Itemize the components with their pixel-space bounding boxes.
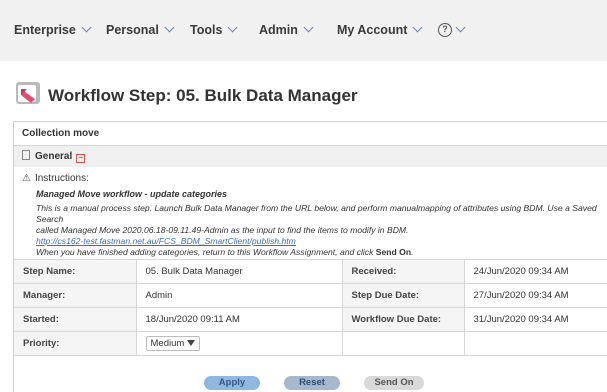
nav-tools-label: Tools: [190, 23, 223, 37]
top-nav: Enterprise Personal Tools Admin My Accou…: [0, 0, 607, 61]
document-icon: [22, 150, 30, 160]
nav-admin[interactable]: Admin: [259, 22, 314, 37]
priority-select[interactable]: Medium: [145, 336, 201, 351]
started-value: 18/Jun/2020 09:11 AM: [136, 307, 343, 332]
table-row: Step Name: 05. Bulk Data Manager Receive…: [14, 259, 607, 284]
page-title: Workflow Step: 05. Bulk Data Manager: [48, 86, 358, 105]
chevron-down-icon: [164, 22, 175, 33]
nav-my-account-label: My Account: [337, 23, 408, 37]
table-row: Priority: Medium: [14, 331, 607, 356]
instructions-line-1: This is a manual process step. Launch Bu…: [36, 203, 597, 224]
empty-cell: [464, 331, 607, 356]
priority-value: Medium: [150, 338, 185, 349]
general-section-header[interactable]: General −: [14, 146, 607, 167]
nav-enterprise[interactable]: Enterprise: [14, 22, 92, 37]
dropdown-arrow-icon: [187, 340, 196, 346]
question-circle-icon: ?: [438, 22, 452, 37]
priority-label: Priority:: [14, 331, 137, 356]
step-due-date-value: 27/Jun/2020 09:34 AM: [464, 283, 607, 308]
instructions-body: Managed Move workflow - update categorie…: [36, 189, 607, 258]
chevron-down-icon: [455, 22, 466, 33]
instructions-label: ⚠ Instructions:: [22, 173, 89, 184]
step-name-value: 05. Bulk Data Manager: [136, 259, 343, 284]
instructions-line-2: called Managed Move 2020.06.18-09.11.49-…: [36, 225, 409, 235]
chevron-down-icon: [227, 22, 238, 33]
manager-label: Manager:: [14, 283, 137, 308]
chevron-down-icon: [81, 22, 92, 33]
reset-button[interactable]: Reset: [284, 376, 340, 390]
send-on-button[interactable]: Send On: [364, 376, 424, 390]
table-row: Started: 18/Jun/2020 09:11 AM Workflow D…: [14, 307, 607, 332]
started-label: Started:: [14, 307, 137, 332]
received-value: 24/Jun/2020 09:34 AM: [464, 259, 607, 284]
help-menu[interactable]: ?: [438, 21, 466, 39]
general-label: General: [35, 151, 73, 162]
step-due-date-label: Step Due Date:: [342, 283, 465, 308]
nav-personal-label: Personal: [106, 23, 159, 37]
instructions-heading: Managed Move workflow - update categorie…: [36, 189, 228, 199]
chevron-down-icon: [412, 22, 423, 33]
warning-icon: ⚠: [22, 173, 31, 184]
instructions-line-4: When you have finished adding categories…: [36, 247, 607, 258]
instructions-line-4-text: When you have finished adding categories…: [36, 247, 376, 257]
collapse-icon[interactable]: −: [76, 154, 86, 163]
panel-header: Collection move: [14, 122, 607, 146]
step-name-label: Step Name:: [14, 259, 137, 284]
empty-cell: [342, 331, 465, 356]
table-row: Manager: Admin Step Due Date: 27/Jun/202…: [14, 283, 607, 308]
workflow-step-icon: [16, 82, 40, 104]
received-label: Received:: [342, 259, 465, 284]
instructions-line-4-suffix: .: [411, 247, 414, 257]
workflow-panel: Collection move General − ⚠ Instructions: …: [13, 121, 607, 392]
bdm-url-link[interactable]: http://cs162-test.fastman.net.au/FCS_BDM…: [36, 236, 296, 246]
nav-admin-label: Admin: [259, 23, 298, 37]
manager-value: Admin: [136, 283, 343, 308]
nav-enterprise-label: Enterprise: [14, 23, 76, 37]
workflow-due-date-value: 31/Jun/2020 09:34 AM: [464, 307, 607, 332]
send-on-reference: Send On: [375, 247, 412, 257]
apply-button[interactable]: Apply: [204, 376, 260, 390]
step-details-table: Step Name: 05. Bulk Data Manager Receive…: [14, 259, 607, 356]
nav-personal[interactable]: Personal: [106, 22, 175, 37]
nav-tools[interactable]: Tools: [190, 22, 238, 37]
priority-cell: Medium: [136, 331, 343, 356]
workflow-due-date-label: Workflow Due Date:: [342, 307, 465, 332]
nav-my-account[interactable]: My Account: [337, 22, 423, 37]
instructions-label-text: Instructions:: [34, 173, 89, 184]
chevron-down-icon: [303, 22, 314, 33]
